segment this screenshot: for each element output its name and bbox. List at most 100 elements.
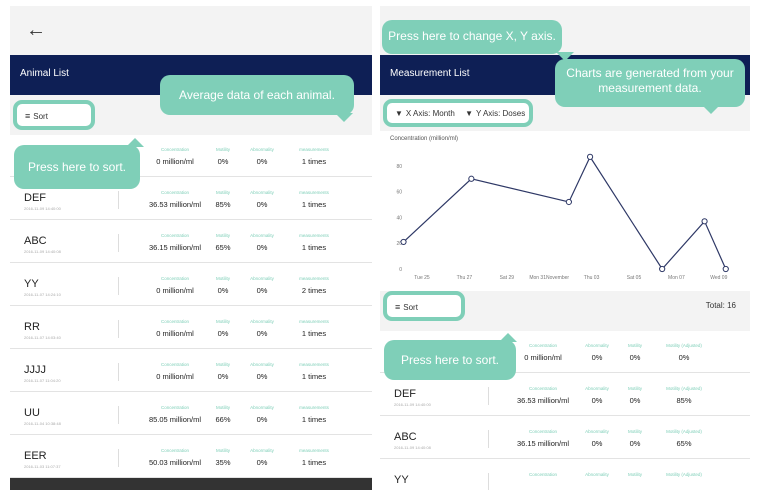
item-name: RR: [24, 321, 40, 333]
metric-cell: Motility 0%: [620, 429, 650, 448]
metric-value: 65%: [215, 243, 231, 252]
series-line: [403, 155, 727, 270]
list-item[interactable]: YY 2016-11-07 14:24:10 Concentration 0 mill…: [10, 264, 372, 306]
metric-cell: measurements 1 times: [286, 405, 342, 424]
metric-value: 1 times: [301, 415, 327, 424]
y-axis-dropdown[interactable]: ▼ Y Axis: Doses: [465, 109, 525, 118]
tip-sort-text: Press here to sort.: [27, 160, 127, 174]
metric-label: Concentration: [160, 276, 190, 281]
page-title: Measurement List: [390, 68, 470, 79]
metric-label: measurements: [299, 405, 329, 410]
metric-cell: measurements 1 times: [286, 319, 342, 338]
metric-value: 1 times: [301, 372, 327, 381]
tip-charts-text: Charts are generated from your measureme…: [566, 66, 734, 95]
divider: [488, 430, 489, 448]
item-date: 2016-11-09 14:40:08: [394, 445, 431, 450]
metric-label: Concentration: [528, 343, 558, 348]
item-date: 2016-11-03 11:07:37: [24, 464, 61, 469]
metric-label: Abnormality: [250, 362, 274, 367]
data-point: [400, 238, 407, 246]
metric-label: Motility: [627, 343, 642, 348]
y-tick-label: 40: [396, 215, 402, 221]
metric-cell: Concentration 36.53 million/ml: [140, 190, 210, 209]
divider: [118, 277, 119, 295]
metric-value: 0%: [256, 329, 268, 338]
divider: [488, 387, 489, 405]
metric-value: 1 times: [301, 200, 327, 209]
axis-selector[interactable]: ▼ X Axis: Month ▼ Y Axis: Doses: [383, 99, 533, 127]
list-item[interactable]: YY Concentration Abnormality Motility Motili…: [380, 460, 750, 490]
tip-average-data: Average data of each animal.: [160, 75, 354, 122]
metric-label: Abnormality: [250, 405, 274, 410]
metric-value: 0%: [217, 329, 229, 338]
data-point: [565, 198, 572, 206]
metric-label: Motility: [215, 405, 230, 410]
metric-cell: measurements 1 times: [286, 448, 342, 467]
metric-cell: Abnormality 0%: [242, 405, 282, 424]
metric-cell: measurements 1 times: [286, 362, 342, 381]
metric-cell: Motility (Adjusted) 0%: [652, 343, 716, 362]
item-date: 2016-11-09 14:40:08: [24, 249, 61, 254]
metric-value: 0%: [256, 372, 268, 381]
metric-cell: Motility 0%: [208, 362, 238, 381]
metric-value: 0%: [591, 353, 603, 362]
metric-value: 1 times: [301, 243, 327, 252]
y-axis-title: Concentration (million/ml): [390, 136, 458, 142]
metric-cell: Motility (Adjusted): [652, 472, 716, 482]
metric-value: 0%: [256, 458, 268, 467]
metric-value: 0%: [256, 415, 268, 424]
metric-value: 0 million/ml: [524, 353, 562, 362]
divider: [118, 363, 119, 381]
data-point: [659, 265, 666, 273]
metric-value: 0 million/ml: [156, 372, 194, 381]
x-tick-label: Tue 25: [414, 275, 430, 281]
metric-label: Motility (Adjusted): [666, 472, 702, 477]
metric-cell: Concentration 85.05 million/ml: [140, 405, 210, 424]
divider: [118, 406, 119, 424]
metric-label: Motility (Adjusted): [666, 429, 702, 434]
metric-value: 0%: [256, 157, 268, 166]
metric-cell: Motility 0%: [208, 276, 238, 295]
list-item[interactable]: JJJJ 2016-11-07 11:04:20 Concentration 0 mi…: [10, 350, 372, 392]
x-axis-dropdown[interactable]: ▼ X Axis: Month: [395, 109, 455, 118]
metric-cell: Abnormality 0%: [242, 319, 282, 338]
x-tick-label: Sat 29: [500, 275, 515, 281]
metric-cell: Abnormality 0%: [577, 386, 617, 405]
metric-cell: measurements 2 times: [286, 276, 342, 295]
metric-cell: Motility 0%: [620, 343, 650, 362]
metric-cell: Motility 0%: [208, 319, 238, 338]
sort-button[interactable]: ≡ Sort: [383, 291, 465, 321]
metric-label: Abnormality: [585, 429, 609, 434]
arrow-left-icon[interactable]: ←: [26, 20, 46, 40]
metric-label: Concentration: [528, 472, 558, 477]
list-item[interactable]: EER 2016-11-03 11:07:37 Concentration 50.03…: [10, 436, 372, 478]
list-item[interactable]: ABC 2016-11-09 14:40:08 Concentration 36.15…: [380, 417, 750, 459]
metric-cell: Abnormality 0%: [242, 448, 282, 467]
metric-cell: Abnormality 0%: [242, 190, 282, 209]
list-item[interactable]: RR 2016-11-07 14:03:40 Concentration 0 mill…: [10, 307, 372, 349]
list-item[interactable]: ABC 2016-11-09 14:40:08 Concentration 36.15…: [10, 221, 372, 263]
item-name: YY: [24, 278, 39, 290]
list-item[interactable]: DEF 2016-11-09 14:40:00 Concentration 36.53…: [380, 374, 750, 416]
metric-value: 36.53 million/ml: [516, 396, 570, 405]
sort-button[interactable]: ≡ Sort: [13, 100, 95, 130]
metric-cell: Concentration 0 million/ml: [140, 319, 210, 338]
x-tick-label: Thu 03: [584, 275, 600, 281]
item-name: UU: [24, 407, 40, 419]
metric-value: 0%: [591, 396, 603, 405]
tip-sort: Press here to sort.: [384, 333, 518, 380]
metric-cell: Motility 35%: [208, 448, 238, 467]
data-point: [586, 153, 594, 160]
metric-value: 2 times: [301, 286, 327, 295]
metric-cell: Concentration 36.15 million/ml: [508, 429, 578, 448]
metric-cell: measurements 1 times: [286, 147, 342, 166]
sort-bar: ≡ Sort Total: 16: [380, 291, 750, 331]
tip-charts: Charts are generated from your measureme…: [555, 59, 745, 114]
list-item[interactable]: UU 2016-11-04 10:38:48 Concentration 85.05 …: [10, 393, 372, 435]
item-date: 2016-11-07 11:04:20: [24, 378, 61, 383]
data-point: [722, 265, 729, 273]
metric-value: 36.15 million/ml: [516, 439, 570, 448]
item-date: 2016-11-04 10:38:48: [24, 421, 61, 426]
metric-label: Motility: [215, 190, 230, 195]
metric-cell: Abnormality 0%: [242, 362, 282, 381]
